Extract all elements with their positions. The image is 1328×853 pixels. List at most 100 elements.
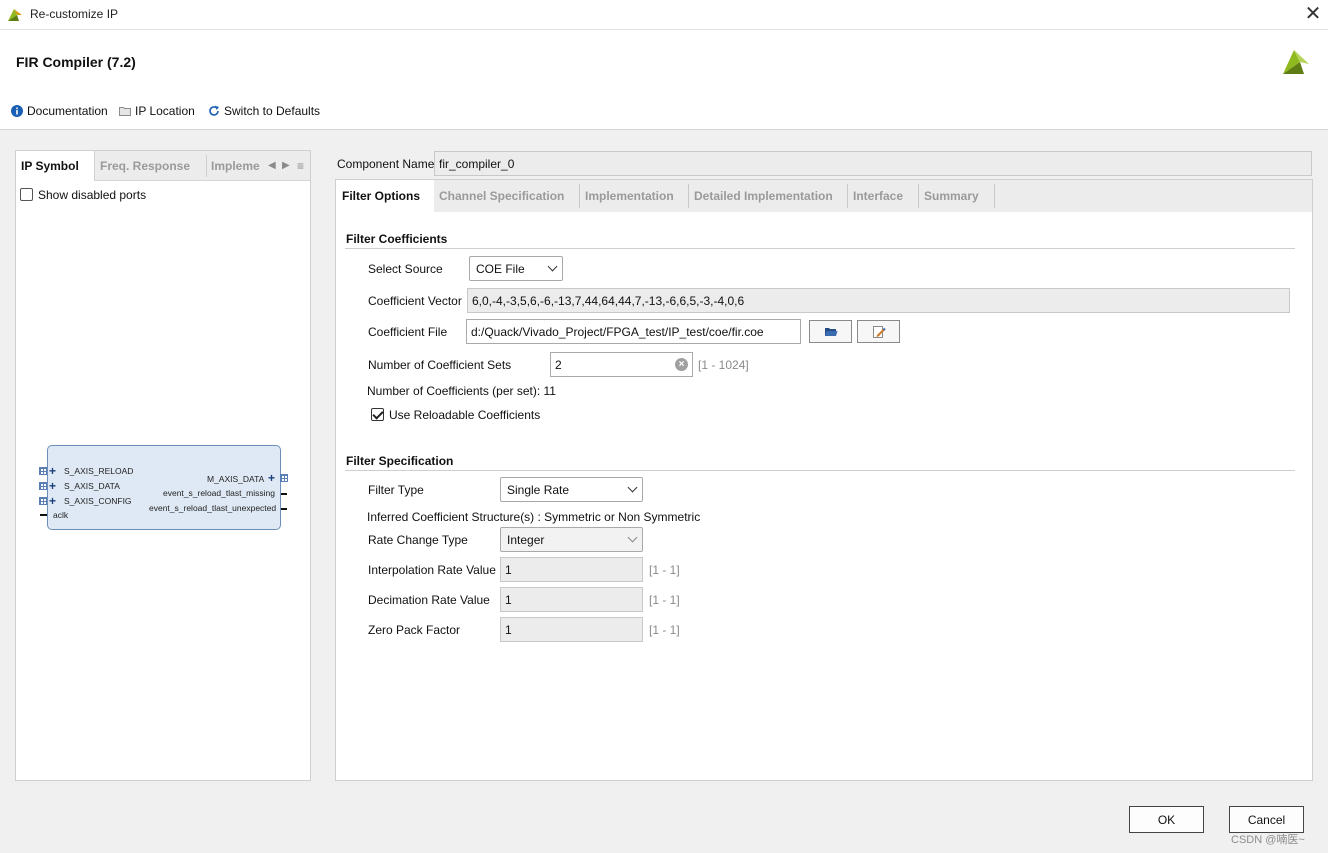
expand-port-icon[interactable]: + [268, 472, 275, 484]
ip-symbol-panel: IP Symbol Freq. Response Impleme ◀ ▶ ≡ S… [15, 150, 311, 781]
tab-ip-symbol[interactable]: IP Symbol [16, 151, 95, 181]
expand-port-icon[interactable]: + [49, 465, 56, 477]
port-wire [40, 514, 47, 516]
port-event-reload-tlast-unexpected: event_s_reload_tlast_unexpected [149, 503, 277, 513]
tab-detailed-implementation[interactable]: Detailed Implementation [688, 180, 839, 212]
edit-icon [872, 325, 886, 338]
interpolation-rate-range: [1 - 1] [649, 563, 680, 577]
bus-interface-icon [39, 482, 47, 490]
coefficient-file-field[interactable]: d:/Quack/Vivado_Project/FPGA_test/IP_tes… [466, 319, 801, 344]
toolbar: Documentation IP Location Switch to Defa… [0, 92, 1328, 130]
show-disabled-ports-label: Show disabled ports [38, 188, 147, 202]
switch-to-defaults-label: Switch to Defaults [224, 104, 321, 118]
rate-change-type-value: Integer [507, 532, 545, 547]
decimation-rate-field[interactable]: 1 [500, 587, 643, 612]
browse-file-button[interactable] [809, 320, 852, 343]
close-icon[interactable]: ✕ [1302, 3, 1324, 25]
decimation-rate-range: [1 - 1] [649, 593, 680, 607]
use-reloadable-coefficients-label: Use Reloadable Coefficients [389, 408, 541, 422]
select-source-value: COE File [476, 261, 525, 276]
window-title: Re-customize IP [30, 7, 119, 21]
filter-type-dropdown[interactable]: Single Rate [500, 477, 643, 502]
tab-filter-options[interactable]: Filter Options [336, 180, 434, 212]
interpolation-rate-field[interactable]: 1 [500, 557, 643, 582]
num-coefficients-text: Number of Coefficients (per set): 11 [367, 384, 556, 398]
tab-menu-icon[interactable]: ≡ [297, 151, 304, 181]
clear-icon[interactable]: × [675, 358, 688, 371]
decimation-rate-label: Decimation Rate Value [368, 593, 490, 607]
expand-port-icon[interactable]: + [49, 480, 56, 492]
select-source-dropdown[interactable]: COE File [469, 256, 563, 281]
section-divider [345, 470, 1295, 471]
switch-to-defaults-button[interactable]: Switch to Defaults [208, 104, 320, 118]
show-disabled-ports-checkbox[interactable] [20, 188, 33, 201]
ok-button[interactable]: OK [1129, 806, 1204, 833]
tab-implementation[interactable]: Implementation [579, 180, 680, 212]
config-tabs: Filter Options Channel Specification Imp… [336, 180, 1312, 212]
num-coefficient-sets-label: Number of Coefficient Sets [368, 358, 512, 372]
dialog-header: FIR Compiler (7.2) [0, 30, 1328, 92]
interpolation-rate-label: Interpolation Rate Value [368, 563, 496, 577]
cancel-button[interactable]: Cancel [1229, 806, 1304, 833]
bus-interface-icon [39, 467, 47, 475]
zero-pack-factor-field[interactable]: 1 [500, 617, 643, 642]
zero-pack-factor-label: Zero Pack Factor [368, 623, 461, 637]
filter-specification-title: Filter Specification [346, 454, 454, 468]
title-bar: Re-customize IP ✕ [0, 0, 1328, 30]
select-source-label: Select Source [368, 262, 443, 276]
ip-location-label: IP Location [135, 104, 195, 118]
bus-interface-icon [280, 474, 288, 482]
tab-interface[interactable]: Interface [847, 180, 909, 212]
port-aclk: aclk [53, 510, 69, 520]
documentation-button[interactable]: Documentation [11, 104, 108, 118]
component-name-field[interactable]: fir_compiler_0 [434, 151, 1312, 176]
num-coefficient-sets-range: [1 - 1024] [698, 358, 749, 372]
port-s-axis-config: S_AXIS_CONFIG [64, 496, 132, 506]
num-coefficient-sets-value: 2 [555, 357, 562, 372]
folder-icon [119, 107, 131, 116]
chevron-down-icon [627, 482, 638, 493]
expand-port-icon[interactable]: + [49, 495, 56, 507]
coefficient-file-label: Coefficient File [368, 325, 448, 339]
port-wire [281, 508, 287, 510]
watermark-text: CSDN @喃医~ [1231, 834, 1305, 846]
component-name-label: Component Name [337, 157, 435, 171]
port-s-axis-reload: S_AXIS_RELOAD [64, 466, 134, 476]
filter-type-value: Single Rate [507, 482, 570, 497]
bus-interface-icon [39, 497, 47, 505]
ip-location-button[interactable]: IP Location [119, 104, 195, 118]
edit-file-button[interactable] [857, 320, 900, 343]
tab-summary[interactable]: Summary [918, 180, 985, 212]
tab-scroll-left-icon[interactable]: ◀ [268, 151, 276, 181]
rate-change-type-label: Rate Change Type [368, 533, 468, 547]
tab-scroll-right-icon[interactable]: ▶ [282, 151, 290, 181]
left-panel-tabs: IP Symbol Freq. Response Impleme ◀ ▶ ≡ [16, 151, 310, 181]
chevron-down-icon [547, 261, 558, 272]
info-icon [11, 105, 23, 117]
port-wire [281, 493, 287, 495]
tab-divider [994, 184, 995, 208]
filter-type-label: Filter Type [368, 483, 424, 497]
port-s-axis-data: S_AXIS_DATA [64, 481, 120, 491]
inferred-structure-text: Inferred Coefficient Structure(s) : Symm… [367, 510, 701, 524]
zero-pack-factor-range: [1 - 1] [649, 623, 680, 637]
refresh-icon [209, 105, 219, 116]
tab-freq-response[interactable]: Freq. Response [95, 151, 195, 181]
xilinx-logo-icon [1283, 50, 1309, 74]
chevron-down-icon [627, 532, 638, 543]
open-folder-icon [824, 327, 837, 336]
filter-coefficients-title: Filter Coefficients [346, 232, 448, 246]
documentation-label: Documentation [27, 104, 108, 118]
ip-title: FIR Compiler (7.2) [16, 54, 136, 70]
port-m-axis-data: M_AXIS_DATA [207, 474, 265, 484]
coefficient-vector-field[interactable]: 6,0,-4,-3,5,6,-6,-13,7,44,64,44,7,-13,-6… [467, 288, 1290, 313]
tab-channel-specification[interactable]: Channel Specification [433, 180, 570, 212]
tab-implementation[interactable]: Impleme [206, 151, 266, 181]
vivado-app-icon [8, 9, 22, 21]
configuration-panel: Filter Options Channel Specification Imp… [335, 179, 1313, 781]
num-coefficient-sets-field[interactable]: 2 × [550, 352, 693, 377]
use-reloadable-coefficients-checkbox[interactable] [371, 408, 384, 421]
coefficient-vector-label: Coefficient Vector [368, 294, 462, 308]
section-divider [345, 248, 1295, 249]
rate-change-type-dropdown[interactable]: Integer [500, 527, 643, 552]
